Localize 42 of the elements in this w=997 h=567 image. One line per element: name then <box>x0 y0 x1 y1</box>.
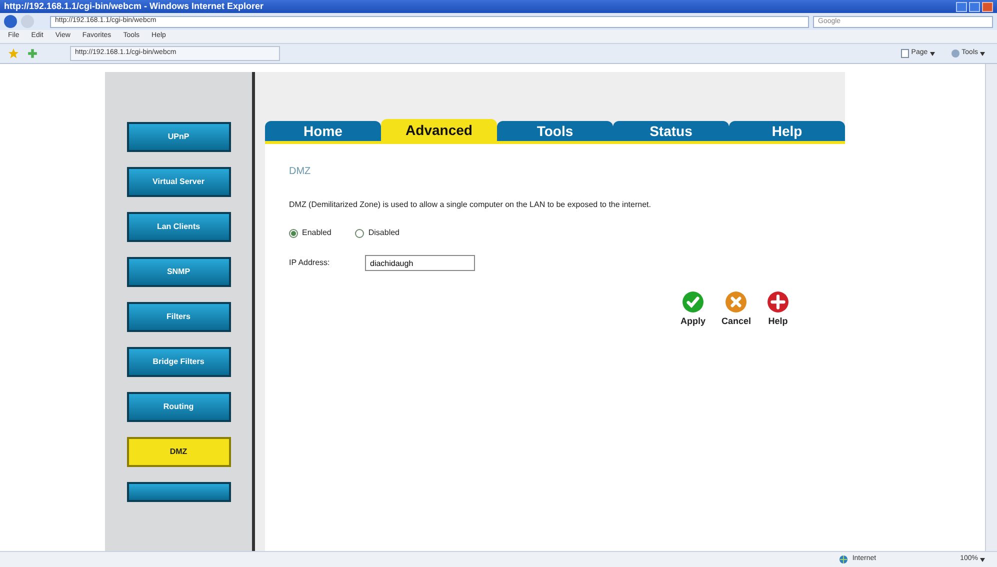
action-button[interactable]: Cancel <box>721 291 751 328</box>
section-title: DMZ <box>289 165 312 179</box>
radio-button[interactable] <box>355 228 364 238</box>
star-icon[interactable] <box>8 48 19 59</box>
plus-circle-icon <box>767 291 789 313</box>
sidebar-button[interactable]: Lan Clients <box>126 212 230 242</box>
sidebar-button[interactable]: DMZ <box>126 437 230 467</box>
nav-tab[interactable]: Advanced <box>381 119 497 141</box>
caret-icon <box>930 52 935 56</box>
ip-address-field[interactable]: diachidaugh <box>365 255 475 271</box>
sidebar-button[interactable]: UPnP <box>126 122 230 152</box>
back-button[interactable] <box>4 15 17 28</box>
description-text: DMZ (Demilitarized Zone) is used to allow a single computer on the LAN to be exposed to the internet. <box>289 199 652 211</box>
check-circle-icon <box>682 291 704 313</box>
field-label: IP Address: <box>289 257 331 269</box>
sidebar-button[interactable]: SNMP <box>126 257 230 287</box>
caret-icon <box>980 558 985 562</box>
sidebar-button[interactable] <box>126 482 230 502</box>
scrollbar[interactable] <box>985 64 997 551</box>
x-circle-icon <box>725 291 748 313</box>
maximize-button[interactable] <box>969 2 980 12</box>
action-button[interactable]: Apply <box>680 291 706 328</box>
page-icon <box>901 49 910 58</box>
nav-tab[interactable]: Tools <box>497 121 613 141</box>
action-button[interactable]: Help <box>767 291 789 328</box>
sidebar-button[interactable]: Virtual Server <box>126 167 230 197</box>
window-title: http://192.168.1.1/cgi-bin/webcm - Windows Internet Explorer <box>4 2 264 11</box>
nav-tab[interactable]: Home <box>265 121 381 141</box>
nav-tab[interactable]: Help <box>729 121 845 141</box>
caret-icon <box>980 52 985 56</box>
sidebar-button[interactable]: Filters <box>126 302 230 332</box>
minimize-button[interactable] <box>956 2 967 12</box>
radio-label: Enabled <box>302 227 332 239</box>
nav-tab[interactable]: Status <box>613 121 729 141</box>
globe-icon <box>839 555 848 564</box>
close-button[interactable] <box>982 2 993 12</box>
radio-button[interactable] <box>289 228 298 238</box>
plus-icon[interactable] <box>27 48 38 59</box>
sidebar-button[interactable]: Routing <box>126 392 230 422</box>
radio-label: Disabled <box>368 227 400 239</box>
sidebar-button[interactable]: Bridge Filters <box>126 347 230 377</box>
circle-icon <box>950 49 960 58</box>
